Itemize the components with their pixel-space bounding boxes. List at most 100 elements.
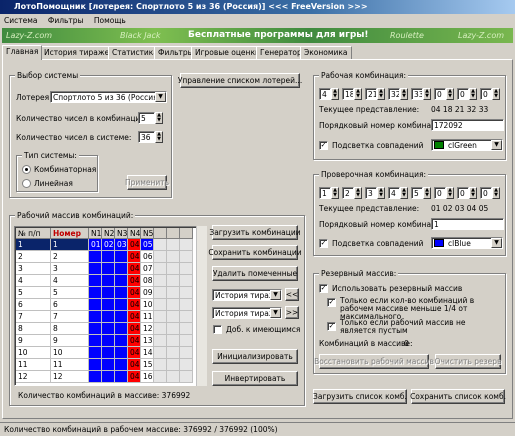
table-cell[interactable] <box>102 347 115 359</box>
table-cell[interactable]: 06 <box>141 251 154 263</box>
table-cell[interactable]: 04 <box>128 263 141 275</box>
table-cell[interactable] <box>180 263 193 275</box>
table-cell[interactable] <box>115 347 128 359</box>
table-cell[interactable] <box>167 263 180 275</box>
table-cell[interactable]: 4 <box>16 275 51 287</box>
table-cell[interactable] <box>89 335 102 347</box>
table-cell[interactable]: 7 <box>51 311 89 323</box>
table-cell[interactable] <box>102 263 115 275</box>
table-cell[interactable]: 1 <box>51 239 89 251</box>
table-cell[interactable] <box>115 359 128 371</box>
table-cell[interactable]: 04 <box>128 251 141 263</box>
table-cell[interactable] <box>154 335 167 347</box>
table-cell[interactable] <box>180 323 193 335</box>
delete-marked-button[interactable]: Удалить помеченные <box>212 266 298 281</box>
table-cell[interactable] <box>102 299 115 311</box>
table-cell[interactable]: 9 <box>51 335 89 347</box>
system-count-input[interactable]: 36 <box>138 131 155 143</box>
work-number-input[interactable]: 0 <box>434 88 446 100</box>
table-cell[interactable]: 5 <box>51 287 89 299</box>
tab-generator[interactable]: Генератор <box>256 46 306 59</box>
table-header-cell[interactable] <box>154 228 167 239</box>
table-cell[interactable] <box>102 311 115 323</box>
table-cell[interactable] <box>180 347 193 359</box>
table-cell[interactable] <box>89 299 102 311</box>
table-cell[interactable] <box>154 311 167 323</box>
table-cell[interactable]: 3 <box>16 263 51 275</box>
table-cell[interactable] <box>89 263 102 275</box>
table-cell[interactable] <box>115 299 128 311</box>
invert-button[interactable]: Инвертировать <box>212 371 298 386</box>
table-cell[interactable] <box>154 299 167 311</box>
table-cell[interactable]: 05 <box>141 239 154 251</box>
table-header-cell[interactable]: № п/п <box>16 228 51 239</box>
table-cell[interactable]: 4 <box>51 275 89 287</box>
work-number-input[interactable]: 4 <box>319 88 331 100</box>
prev-button[interactable]: << <box>285 288 299 301</box>
work-number-input[interactable]: 0 <box>457 88 469 100</box>
work-number-input[interactable]: 33 <box>411 88 423 100</box>
combo-count-spinner[interactable]: ▲ ▼ <box>155 112 163 124</box>
table-cell[interactable] <box>89 359 102 371</box>
work-number-spinner[interactable]: ▲ ▼ <box>331 88 339 100</box>
table-cell[interactable] <box>167 323 180 335</box>
check-number-input[interactable]: 0 <box>457 187 469 199</box>
work-number-spinner[interactable]: ▲ ▼ <box>354 88 362 100</box>
table-cell[interactable] <box>102 287 115 299</box>
table-cell[interactable]: 04 <box>128 347 141 359</box>
tab-draw-history[interactable]: История тиражей <box>40 46 119 59</box>
table-cell[interactable]: 01 <box>89 239 102 251</box>
table-cell[interactable]: 11 <box>141 311 154 323</box>
check-number-spinner[interactable]: ▲ ▼ <box>492 187 500 199</box>
check-number-spinner[interactable]: ▲ ▼ <box>400 187 408 199</box>
check-number-spinner[interactable]: ▲ ▼ <box>377 187 385 199</box>
table-cell[interactable] <box>102 323 115 335</box>
table-cell[interactable] <box>102 335 115 347</box>
table-cell[interactable] <box>102 371 115 383</box>
table-cell[interactable] <box>89 323 102 335</box>
table-cell[interactable] <box>167 371 180 383</box>
table-cell[interactable]: 04 <box>128 299 141 311</box>
work-number-input[interactable]: 21 <box>365 88 377 100</box>
table-header-cell[interactable]: N2 <box>102 228 115 239</box>
next-button[interactable]: >> <box>285 306 299 319</box>
table-cell[interactable]: 12 <box>51 371 89 383</box>
table-cell[interactable]: 15 <box>141 359 154 371</box>
table-cell[interactable] <box>89 311 102 323</box>
lottery-select[interactable]: Спортлото 5 из 36 (Россия) ▼ <box>50 91 167 103</box>
table-cell[interactable] <box>180 359 193 371</box>
history-select-2[interactable]: История тиражей ▼ <box>212 307 282 319</box>
system-count-spinner[interactable]: ▲ ▼ <box>155 131 163 143</box>
table-cell[interactable]: 13 <box>141 335 154 347</box>
work-color-select[interactable]: clGreen ▼ <box>431 139 503 151</box>
table-cell[interactable] <box>167 335 180 347</box>
table-cell[interactable]: 7 <box>16 311 51 323</box>
table-cell[interactable]: 5 <box>16 287 51 299</box>
banner-blackjack[interactable]: Black Jack <box>120 28 160 43</box>
table-scrollbar[interactable] <box>196 226 207 386</box>
chevron-down-icon[interactable]: ▼ <box>491 140 502 150</box>
table-cell[interactable] <box>154 239 167 251</box>
table-cell[interactable] <box>102 251 115 263</box>
menu-help[interactable]: Помощь <box>90 14 130 27</box>
table-cell[interactable]: 02 <box>102 239 115 251</box>
table-header-cell[interactable]: N5 <box>141 228 154 239</box>
table-cell[interactable] <box>89 371 102 383</box>
table-cell[interactable]: 09 <box>141 287 154 299</box>
chevron-down-icon[interactable]: ▼ <box>155 92 166 102</box>
table-cell[interactable] <box>180 371 193 383</box>
check-number-spinner[interactable]: ▲ ▼ <box>354 187 362 199</box>
table-header-cell[interactable]: N1 <box>89 228 102 239</box>
table-cell[interactable]: 2 <box>51 251 89 263</box>
check-number-input[interactable]: 0 <box>480 187 492 199</box>
table-cell[interactable] <box>180 311 193 323</box>
table-cell[interactable] <box>167 287 180 299</box>
check-index-input[interactable]: 1 <box>431 218 504 230</box>
banner-site-right[interactable]: Lazy-Z.com <box>458 28 504 43</box>
table-cell[interactable]: 9 <box>16 335 51 347</box>
table-cell[interactable]: 04 <box>128 275 141 287</box>
load-list-button[interactable]: Загрузить список комб. <box>313 389 407 404</box>
table-cell[interactable]: 16 <box>141 371 154 383</box>
table-cell[interactable] <box>154 287 167 299</box>
table-cell[interactable] <box>115 311 128 323</box>
